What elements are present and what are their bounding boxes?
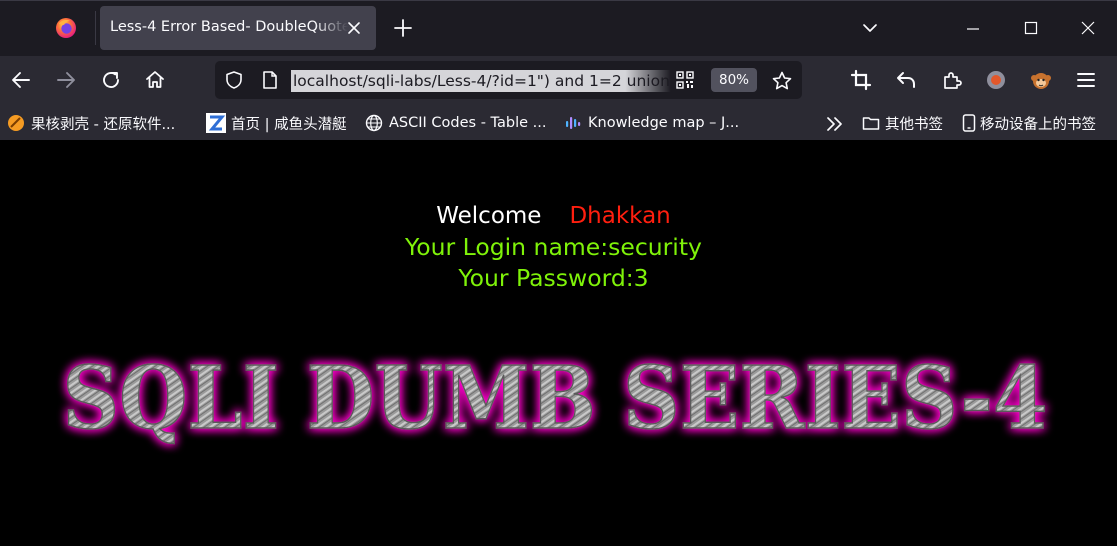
bookmark-label: 首页 | 咸鱼头潜艇 xyxy=(231,116,347,133)
star-icon[interactable] xyxy=(771,70,793,92)
undo-icon[interactable] xyxy=(894,68,918,92)
tab-separator xyxy=(95,11,96,45)
bookmark-label: 移动设备上的书签 xyxy=(980,116,1096,133)
orange-circle-icon xyxy=(8,115,24,131)
login-name-result: Your Login name:security xyxy=(405,233,702,261)
other-bookmarks-folder[interactable]: 其他书签 xyxy=(862,112,943,134)
double-chevron-right-icon[interactable] xyxy=(825,116,845,132)
mobile-device-icon xyxy=(962,114,976,132)
bars-logo-icon xyxy=(566,117,581,129)
bookmark-item[interactable]: 果核剥壳 - 还原软件... xyxy=(7,112,175,134)
arrow-left-icon[interactable] xyxy=(9,68,33,92)
chevron-down-icon[interactable] xyxy=(860,18,880,38)
bookmark-item[interactable]: Knowledge map – J... xyxy=(564,112,739,134)
welcome-text: Welcome xyxy=(436,203,542,229)
window-close-icon[interactable] xyxy=(1077,17,1099,39)
qr-code-icon[interactable] xyxy=(676,71,694,89)
url-bar[interactable]: localhost/sqli-labs/Less-4/?id=1") and 1… xyxy=(215,61,802,99)
zoom-level-button[interactable]: 80% xyxy=(711,68,757,92)
tab-title: Less-4 Error Based- DoubleQuotes String xyxy=(110,19,348,35)
bookmark-label: 果核剥壳 - 还原软件... xyxy=(31,116,176,133)
firefox-logo-icon[interactable] xyxy=(55,17,77,39)
monkey-extension-icon[interactable] xyxy=(1029,68,1053,92)
hamburger-menu-icon[interactable] xyxy=(1074,68,1098,92)
sqli-banner-logo: SQLI DUMB SERIES-4 xyxy=(62,347,1049,450)
url-input[interactable]: localhost/sqli-labs/Less-4/?id=1") and 1… xyxy=(291,70,671,92)
close-icon[interactable] xyxy=(346,20,362,36)
user-name-text: Dhakkan xyxy=(569,203,671,229)
shield-icon[interactable] xyxy=(224,70,244,90)
bookmark-label: Knowledge map – J... xyxy=(588,115,740,131)
bookmark-item[interactable]: ASCII Codes - Table ... xyxy=(365,112,546,134)
bookmark-item[interactable]: 首页 | 咸鱼头潜艇 xyxy=(206,112,347,134)
page-content: Welcome Dhakkan Your Login name:security … xyxy=(0,140,1117,546)
bookmark-label: ASCII Codes - Table ... xyxy=(389,115,547,131)
crop-icon[interactable] xyxy=(849,68,873,92)
welcome-line: Welcome Dhakkan xyxy=(0,202,1107,230)
home-icon[interactable] xyxy=(143,68,167,92)
mobile-bookmarks-folder[interactable]: 移动设备上的书签 xyxy=(962,112,1096,134)
bookmark-label: 其他书签 xyxy=(885,116,943,133)
url-text: localhost/sqli-labs/Less-4/?id=1") and 1… xyxy=(291,70,671,92)
puzzle-icon[interactable] xyxy=(940,68,964,92)
plus-icon[interactable] xyxy=(392,17,414,39)
minimize-icon[interactable] xyxy=(962,18,984,40)
arrow-right-icon[interactable] xyxy=(54,68,78,92)
banner-text: SQLI DUMB SERIES-4 xyxy=(63,348,1048,449)
z-logo-icon xyxy=(206,113,226,133)
profile-circle-icon[interactable] xyxy=(984,68,1008,92)
folder-icon xyxy=(862,117,880,130)
navigation-toolbar: localhost/sqli-labs/Less-4/?id=1") and 1… xyxy=(0,56,1117,104)
tab-strip: Less-4 Error Based- DoubleQuotes String xyxy=(0,0,1117,56)
bookmarks-toolbar: 果核剥壳 - 还原软件... 首页 | 咸鱼头潜艇 ASCII Codes - … xyxy=(0,104,1117,140)
globe-icon xyxy=(365,114,383,132)
password-result: Your Password:3 xyxy=(458,264,649,292)
page-icon[interactable] xyxy=(261,70,279,90)
reload-icon[interactable] xyxy=(99,68,123,92)
tab-active[interactable]: Less-4 Error Based- DoubleQuotes String xyxy=(100,6,376,50)
maximize-icon[interactable] xyxy=(1020,17,1042,39)
